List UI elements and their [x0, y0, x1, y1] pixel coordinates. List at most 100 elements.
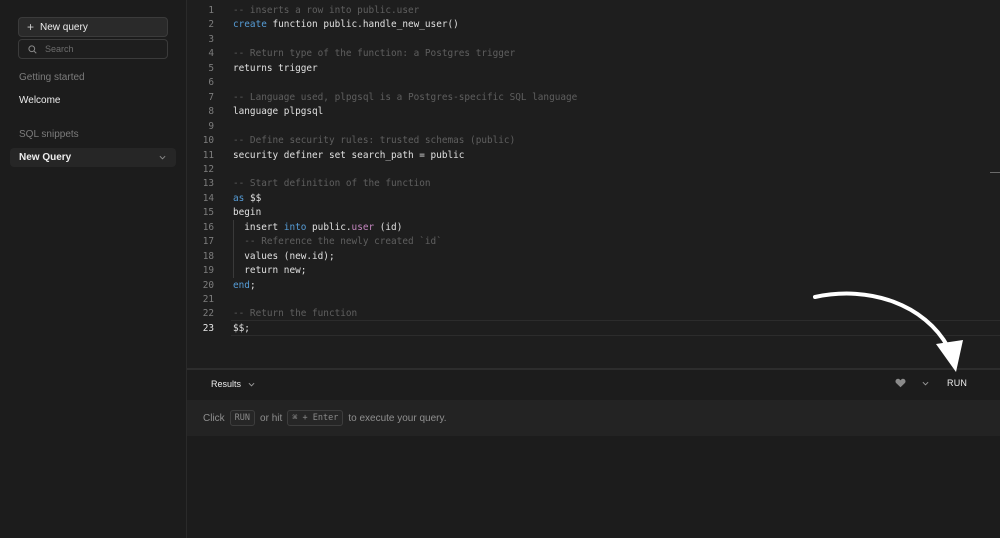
- hint-suffix-text: to execute your query.: [348, 412, 447, 424]
- line-number: 23: [202, 322, 214, 334]
- code-token: create: [233, 19, 267, 31]
- plus-icon: +: [27, 20, 35, 34]
- code-line[interactable]: 13 -- Start definition of the function: [187, 177, 1000, 191]
- sql-snippets-heading: SQL snippets: [19, 129, 79, 140]
- code-text: security definer set search_path = publi…: [233, 149, 464, 163]
- sidebar-item-label: New Query: [19, 152, 72, 163]
- code-line[interactable]: 11 security definer set search_path = pub…: [187, 149, 1000, 163]
- search-box[interactable]: [18, 39, 168, 59]
- line-number: 14: [202, 192, 214, 204]
- code-token: function public.handle_new_user(): [266, 19, 459, 31]
- code-line[interactable]: 7 -- Language used, plpgsql is a Postgres…: [187, 91, 1000, 105]
- code-line[interactable]: 21: [187, 293, 1000, 307]
- line-number: 11: [202, 149, 214, 161]
- code-line[interactable]: 1 -- inserts a row into public.user: [187, 4, 1000, 18]
- hint-run-key: RUN: [229, 410, 256, 426]
- line-number: 6: [208, 77, 214, 89]
- code-line[interactable]: 4 -- Return type of the function: a Postg…: [187, 47, 1000, 61]
- code-line[interactable]: 18 values (new.id);: [187, 250, 1000, 264]
- code-text: -- inserts a row into public.user: [233, 4, 419, 18]
- chevron-down-icon[interactable]: [159, 155, 166, 160]
- code-token: public.: [306, 221, 352, 233]
- code-line[interactable]: 5 returns trigger: [187, 62, 1000, 76]
- code-line[interactable]: 17 -- Reference the newly created `id`: [187, 235, 1000, 249]
- scrollbar-marker[interactable]: [990, 172, 1000, 173]
- code-line[interactable]: 3: [187, 33, 1000, 47]
- code-text: create function public.handle_new_user(): [233, 18, 459, 32]
- run-button[interactable]: RUN: [947, 378, 967, 388]
- code-text: $$;: [233, 322, 250, 336]
- code-line[interactable]: 8 language plpgsql: [187, 105, 1000, 119]
- code-line[interactable]: 19 return new;: [187, 264, 1000, 278]
- code-line[interactable]: 22 -- Return the function: [187, 307, 1000, 321]
- sql-editor[interactable]: 1 -- inserts a row into public.user 2 creat…: [187, 0, 1000, 368]
- hint-click-text: Click: [203, 412, 225, 424]
- code-token: insert: [233, 221, 284, 233]
- code-token: -- Return type of the function: a Postgr…: [233, 48, 516, 60]
- code-text: -- Define security rules: trusted schema…: [233, 134, 515, 148]
- new-query-button[interactable]: + New query: [18, 17, 168, 37]
- line-number: 10: [202, 135, 214, 147]
- code-text: -- Start definition of the function: [233, 177, 431, 191]
- line-number: 4: [208, 48, 214, 60]
- results-toolbar: Results RUN: [187, 368, 1000, 401]
- code-line[interactable]: 12: [187, 163, 1000, 177]
- results-panel: [187, 436, 1000, 538]
- code-token: ;: [249, 279, 256, 291]
- line-number: 20: [202, 279, 214, 291]
- search-icon: [28, 44, 37, 54]
- code-line[interactable]: 20 end;: [187, 279, 1000, 293]
- line-number: 2: [208, 19, 214, 31]
- code-line[interactable]: 2 create function public.handle_new_user(…: [187, 18, 1000, 32]
- code-text: begin: [233, 206, 261, 220]
- code-token: returns trigger: [233, 62, 318, 74]
- code-line[interactable]: 16 insert into public.user (id): [187, 221, 1000, 235]
- code-text: -- Return the function: [233, 307, 357, 321]
- search-input[interactable]: [45, 44, 155, 54]
- line-number: 9: [208, 120, 214, 132]
- code-token: into: [283, 221, 307, 233]
- sidebar-item-new-query[interactable]: New Query: [10, 148, 176, 167]
- line-number: 1: [208, 5, 214, 16]
- code-line[interactable]: 6: [187, 76, 1000, 90]
- getting-started-heading: Getting started: [19, 72, 85, 83]
- line-number: 5: [208, 62, 214, 74]
- code-token: -- Reference the newly created `id`: [233, 236, 442, 248]
- code-line[interactable]: 9: [187, 120, 1000, 134]
- code-token: -- inserts a row into public.user: [233, 5, 420, 16]
- code-line[interactable]: 23 $$;: [187, 322, 1000, 336]
- code-line[interactable]: 15 begin: [187, 206, 1000, 220]
- line-number: 21: [202, 294, 214, 305]
- line-number: 16: [202, 221, 214, 233]
- run-options-chevron-icon[interactable]: [922, 381, 929, 386]
- line-number: 15: [202, 207, 214, 219]
- code-text: return new;: [233, 264, 306, 278]
- code-text: values (new.id);: [233, 250, 334, 264]
- line-number: 12: [202, 163, 214, 175]
- line-number: 13: [202, 178, 214, 190]
- code-text: as $$: [233, 192, 261, 206]
- code-token: -- Language used, plpgsql is a Postgres-…: [233, 91, 578, 103]
- results-tab[interactable]: Results: [211, 379, 255, 389]
- code-text: -- Reference the newly created `id`: [233, 235, 442, 249]
- code-token: -- Define security rules: trusted schema…: [233, 135, 516, 147]
- code-line[interactable]: 14 as $$: [187, 192, 1000, 206]
- heart-icon[interactable]: [895, 378, 906, 388]
- line-number: 17: [202, 236, 214, 248]
- sidebar-item-welcome[interactable]: Welcome: [19, 95, 61, 106]
- line-number: 22: [202, 308, 214, 320]
- line-number: 18: [202, 250, 214, 262]
- code-token: $$: [244, 192, 262, 204]
- hint-or-hit-text: or hit: [260, 412, 283, 424]
- code-text: language plpgsql: [233, 105, 323, 119]
- code-text: end;: [233, 279, 256, 293]
- code-token: (id): [374, 221, 403, 233]
- code-token: end: [233, 279, 250, 291]
- code-line[interactable]: 10 -- Define security rules: trusted sche…: [187, 134, 1000, 148]
- line-number: 3: [208, 33, 214, 45]
- code-token: begin: [233, 207, 262, 219]
- code-text: -- Language used, plpgsql is a Postgres-…: [233, 91, 577, 105]
- code-token: security definer set search_path = publi…: [233, 149, 465, 161]
- results-hint: Click RUN or hit ⌘ + Enter to execute yo…: [187, 400, 1000, 436]
- sidebar: + New query Getting started Welcome SQL …: [0, 0, 187, 538]
